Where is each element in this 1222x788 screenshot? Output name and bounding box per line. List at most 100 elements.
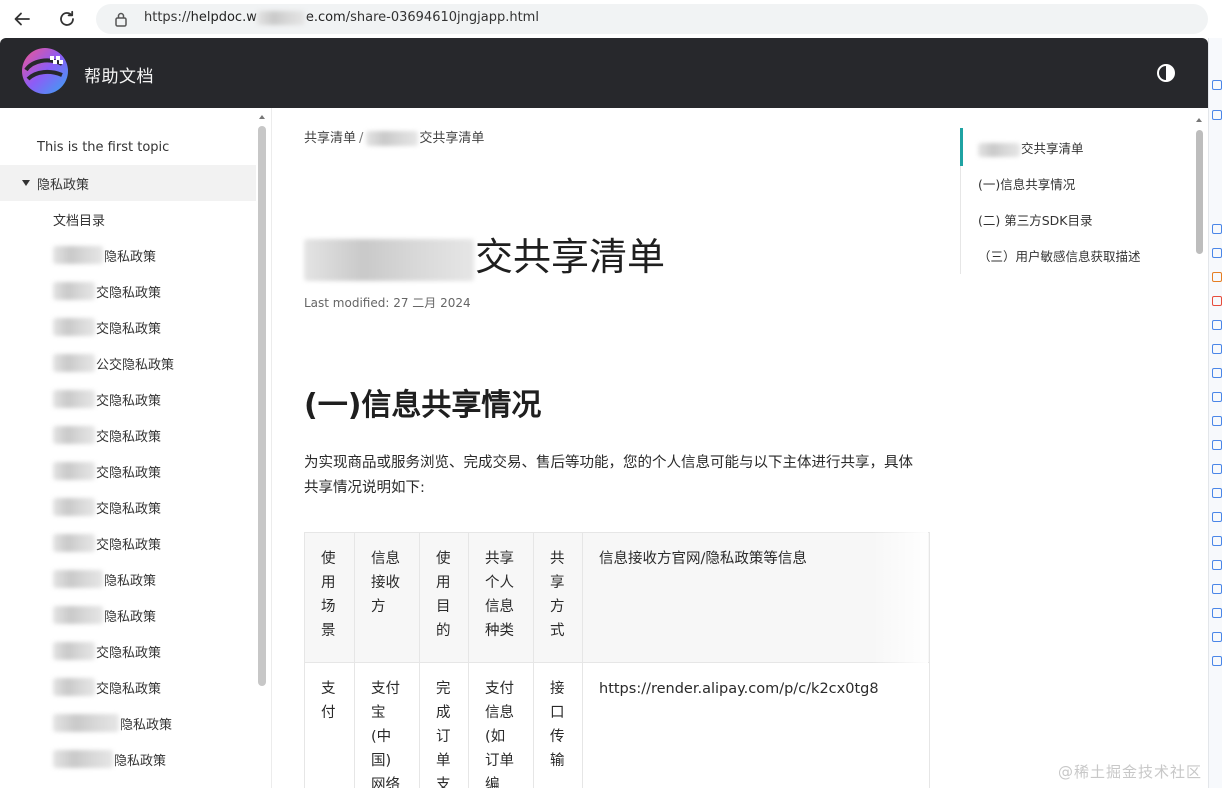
panel-icon[interactable] bbox=[1212, 296, 1222, 306]
page-title: 交共享清单 bbox=[304, 226, 665, 281]
toc-active-indicator bbox=[960, 128, 963, 166]
table-header-cell: 信息接收方 bbox=[354, 532, 420, 663]
app-logo[interactable] bbox=[20, 46, 70, 96]
sidebar-item-privacy-policy[interactable]: 隐私政策 bbox=[0, 165, 256, 201]
sidebar-item[interactable]: 隐私政策 bbox=[0, 705, 256, 741]
sidebar-item[interactable]: 交隐私政策 bbox=[0, 525, 256, 561]
theme-toggle-button[interactable] bbox=[1156, 63, 1176, 83]
toc-item[interactable]: （三）用户敏感信息获取描述 bbox=[978, 246, 1141, 265]
sidebar-item-label: 隐私政策 bbox=[104, 609, 157, 625]
sharing-table: 使用场景 信息接收方 使用目的 共享个人信息种类 共享方式 信息接收方官网/隐私… bbox=[304, 532, 930, 788]
sidebar-item-label: 交隐私政策 bbox=[96, 321, 162, 337]
sidebar-item[interactable]: 隐私政策 bbox=[0, 597, 256, 633]
panel-icon[interactable] bbox=[1212, 224, 1222, 234]
panel-icon[interactable] bbox=[1212, 344, 1222, 354]
table-header-cell: 共享方式 bbox=[533, 532, 583, 663]
panel-icon[interactable] bbox=[1212, 368, 1222, 378]
url-scheme: https:// bbox=[144, 10, 191, 25]
browser-side-panel bbox=[1208, 38, 1222, 788]
url-bar[interactable]: https://helpdoc.w e.com/share-03694610jng… bbox=[96, 4, 1208, 34]
caret-down-icon[interactable] bbox=[22, 180, 30, 186]
page-scrollbar[interactable] bbox=[1196, 130, 1203, 254]
panel-icon[interactable] bbox=[1212, 488, 1222, 498]
panel-icon[interactable] bbox=[1212, 632, 1222, 642]
panel-icon[interactable] bbox=[1212, 560, 1222, 570]
sidebar-item-label: 隐私政策 bbox=[37, 177, 90, 193]
redacted-text bbox=[53, 246, 103, 264]
sidebar-item[interactable]: 公交隐私政策 bbox=[0, 345, 256, 381]
panel-icon[interactable] bbox=[1212, 416, 1222, 426]
table-of-contents: 交共享清单 (一)信息共享情况 (二) 第三方SDK目录 （三）用户敏感信息获取… bbox=[960, 128, 1190, 274]
back-button[interactable] bbox=[10, 7, 34, 31]
sidebar-item-label: 交隐私政策 bbox=[96, 285, 162, 301]
panel-icon[interactable] bbox=[1212, 320, 1222, 330]
panel-icon[interactable] bbox=[1212, 536, 1222, 546]
sidebar-item-label: 隐私政策 bbox=[120, 717, 173, 733]
redacted-text bbox=[366, 131, 419, 146]
watermark: @稀土掘金技术社区 bbox=[1058, 763, 1203, 781]
redacted-text bbox=[53, 606, 103, 624]
sidebar-item[interactable]: 交隐私政策 bbox=[0, 669, 256, 705]
sidebar-item-label: 交隐私政策 bbox=[96, 501, 162, 517]
breadcrumb-item-current: 交共享清单 bbox=[419, 131, 485, 146]
panel-icon[interactable] bbox=[1212, 80, 1222, 90]
sidebar-item[interactable]: 交隐私政策 bbox=[0, 273, 256, 309]
table-header-cell: 使用目的 bbox=[419, 532, 469, 663]
sidebar-item[interactable]: 交隐私政策 bbox=[0, 417, 256, 453]
sidebar-item[interactable]: 交隐私政策 bbox=[0, 453, 256, 489]
table-cell-link[interactable]: https://render.alipay.com/p/c/k2cx0tg8 bbox=[582, 662, 930, 788]
table-header-cell: 信息接收方官网/隐私政策等信息 bbox=[582, 532, 930, 663]
sidebar-item[interactable]: 隐私政策 bbox=[0, 561, 256, 597]
panel-icon[interactable] bbox=[1212, 440, 1222, 450]
sidebar-item[interactable]: 交隐私政策 bbox=[0, 633, 256, 669]
redacted-text bbox=[978, 142, 1020, 157]
url-text: https://helpdoc.w e.com/share-03694610jng… bbox=[144, 10, 539, 25]
breadcrumb-item[interactable]: 共享清单 bbox=[304, 131, 356, 146]
url-host: helpdoc.w bbox=[190, 10, 257, 25]
sidebar-item-first-topic[interactable]: This is the first topic bbox=[0, 129, 256, 165]
sidebar-item-label: This is the first topic bbox=[37, 139, 170, 155]
toc-item[interactable]: 交共享清单 bbox=[978, 138, 1084, 157]
toc-item[interactable]: (一)信息共享情况 bbox=[978, 174, 1075, 193]
table-cell: 完成订单支 bbox=[419, 662, 469, 788]
scroll-up-arrow[interactable] bbox=[259, 115, 265, 119]
sidebar-item[interactable]: 交隐私政策 bbox=[0, 309, 256, 345]
lock-icon bbox=[114, 11, 128, 31]
panel-icon[interactable] bbox=[1212, 656, 1222, 666]
sidebar-item-label: 交隐私政策 bbox=[96, 393, 162, 409]
panel-icon[interactable] bbox=[1212, 392, 1222, 402]
toc-item[interactable]: (二) 第三方SDK目录 bbox=[978, 210, 1092, 229]
panel-icon[interactable] bbox=[1212, 248, 1222, 258]
sidebar-item[interactable]: 隐私政策 bbox=[0, 741, 256, 777]
main-content: 共享清单 / 交共享清单 交共享清单 Last modified: 27 二月 20… bbox=[272, 108, 952, 788]
table-cell: 支付宝(中国)网络 bbox=[354, 662, 420, 788]
panel-icon[interactable] bbox=[1212, 464, 1222, 474]
sidebar-item-label: 文档目录 bbox=[53, 213, 106, 229]
reload-button[interactable] bbox=[55, 7, 79, 31]
panel-icon[interactable] bbox=[1212, 608, 1222, 618]
redacted-text bbox=[53, 282, 95, 300]
arrow-left-icon bbox=[14, 12, 30, 26]
section-heading: (一)信息共享情况 bbox=[304, 388, 542, 423]
redacted-text bbox=[53, 534, 95, 552]
table-row: 支付 支付宝(中国)网络 完成订单支 支付信息(如订单编 接口传输 https:… bbox=[304, 662, 930, 788]
panel-icon[interactable] bbox=[1212, 584, 1222, 594]
sidebar-item[interactable]: 交隐私政策 bbox=[0, 489, 256, 525]
panel-icon[interactable] bbox=[1212, 512, 1222, 522]
contrast-icon bbox=[1157, 64, 1175, 82]
redacted-text bbox=[53, 570, 103, 588]
panel-icon[interactable] bbox=[1212, 110, 1222, 120]
sidebar-scrollbar[interactable] bbox=[258, 126, 266, 686]
sidebar-item[interactable]: 交隐私政策 bbox=[0, 381, 256, 417]
sidebar-item[interactable]: 隐私政策 bbox=[0, 237, 256, 273]
panel-icon[interactable] bbox=[1212, 272, 1222, 282]
redacted-text bbox=[53, 678, 95, 696]
url-path: /share-03694610jngjapp.html bbox=[345, 10, 539, 25]
sidebar-item-doc-index[interactable]: 文档目录 bbox=[0, 201, 256, 237]
redacted-text bbox=[304, 238, 474, 281]
scroll-up-arrow[interactable] bbox=[1196, 118, 1202, 122]
redacted-text bbox=[53, 498, 95, 516]
sidebar-nav: This is the first topic 隐私政策 文档目录 隐私政策 交… bbox=[0, 108, 272, 788]
table-header-row: 使用场景 信息接收方 使用目的 共享个人信息种类 共享方式 信息接收方官网/隐私… bbox=[304, 532, 930, 663]
table-cell: 支付 bbox=[304, 662, 355, 788]
